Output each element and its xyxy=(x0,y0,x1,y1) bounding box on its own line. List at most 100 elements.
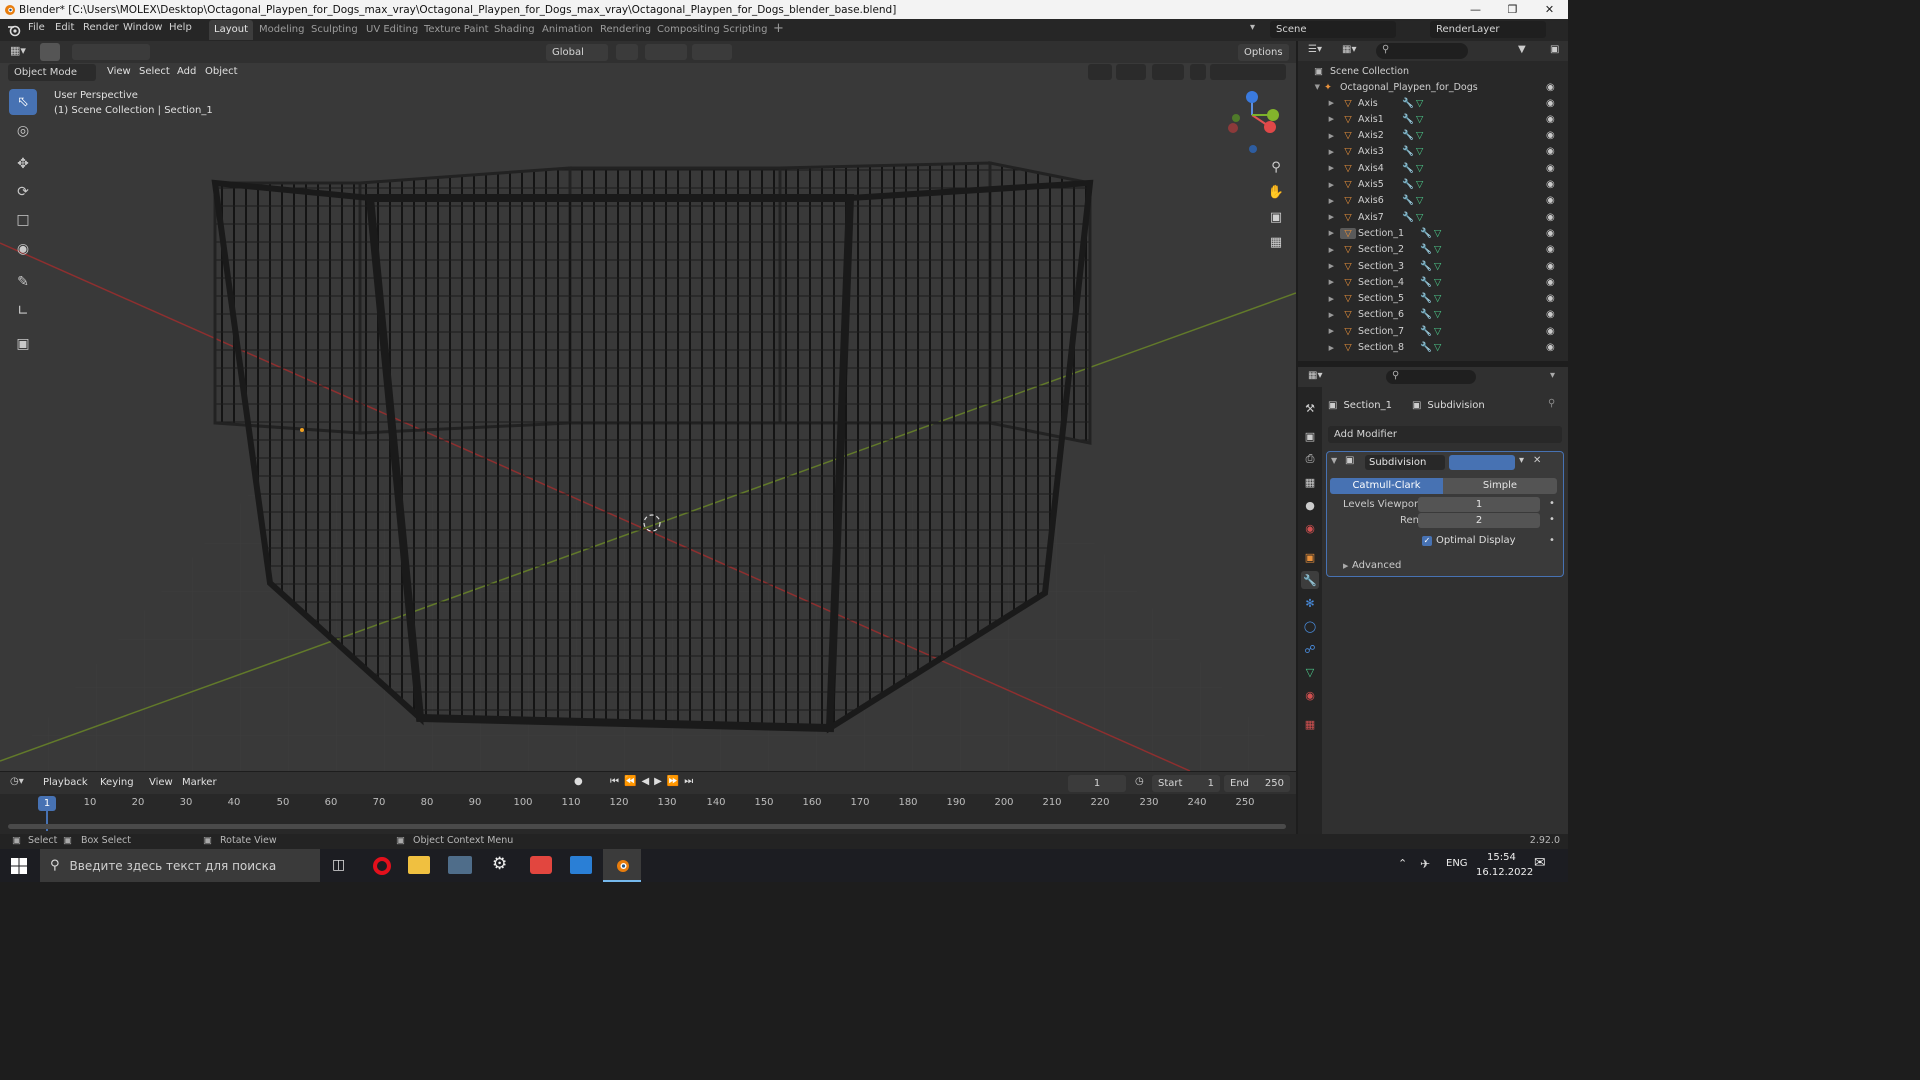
scale-tool-icon[interactable]: □ xyxy=(9,207,37,233)
display-mode-icon[interactable]: ▦▾ xyxy=(1342,44,1356,55)
pin-icon[interactable]: ⚲ xyxy=(1548,398,1555,409)
eye-icon[interactable]: ◉ xyxy=(1546,228,1555,239)
transform-tool-icon[interactable]: ◉ xyxy=(9,236,37,262)
eye-icon[interactable]: ◉ xyxy=(1546,163,1555,174)
simple-toggle[interactable]: Simple xyxy=(1443,478,1557,494)
close-window-button[interactable]: ✕ xyxy=(1531,0,1568,19)
render-levels-field[interactable]: 2 xyxy=(1418,513,1540,528)
menu-view[interactable]: View xyxy=(107,66,131,77)
tab-compositing[interactable]: Compositing xyxy=(652,20,725,40)
current-frame-field[interactable]: 1 xyxy=(1068,775,1126,792)
select-mode-cursor-icon[interactable] xyxy=(40,43,60,61)
add-cube-tool-icon[interactable]: ▣ xyxy=(9,331,37,357)
expand-icon[interactable]: ▶ xyxy=(1298,164,1334,172)
timeline-scrollbar[interactable] xyxy=(8,824,1286,829)
add-workspace-button[interactable]: + xyxy=(773,21,784,36)
options-dropdown[interactable]: Options xyxy=(1238,44,1289,61)
eye-icon[interactable]: ◉ xyxy=(1546,293,1555,304)
close-icon[interactable]: ✕ xyxy=(1533,455,1541,466)
gizmo-toggle-icon[interactable] xyxy=(1116,64,1146,80)
modifier-wrench-icon[interactable]: 🔧 xyxy=(1402,114,1416,125)
taskbar-search-box[interactable]: ⚲ Введите здесь текст для поиска xyxy=(40,849,320,882)
outliner-item[interactable]: ▶ ▽ Axis7 🔧 ▽ ◉ xyxy=(1298,209,1568,225)
menu-keying[interactable]: Keying xyxy=(100,777,134,788)
move-tool-icon[interactable]: ✥ xyxy=(9,151,37,177)
minimize-button[interactable]: — xyxy=(1457,0,1494,19)
mesh-data-icon[interactable]: ▽ xyxy=(1434,244,1448,255)
task-view-icon[interactable]: ◫ xyxy=(332,857,345,873)
viewport-scene[interactable] xyxy=(0,63,1296,771)
material-tab-icon[interactable]: ◉ xyxy=(1301,686,1319,704)
annotate-tool-icon[interactable]: ✎ xyxy=(9,269,37,295)
eye-icon[interactable]: ◉ xyxy=(1546,130,1555,141)
editor-type-icon[interactable]: ▦▾ xyxy=(10,44,26,57)
proportional-edit-icon[interactable] xyxy=(692,44,732,60)
outliner-item[interactable]: ▶ ▽ Axis3 🔧 ▽ ◉ xyxy=(1298,144,1568,160)
menu-playback[interactable]: Playback xyxy=(43,777,88,788)
expand-icon[interactable]: ▶ xyxy=(1298,197,1334,205)
tab-uv-editing[interactable]: UV Editing xyxy=(361,20,423,40)
mesh-data-icon[interactable]: ▽ xyxy=(1416,130,1430,141)
restore-button[interactable]: ❐ xyxy=(1494,0,1531,19)
expand-icon[interactable]: ▶ xyxy=(1298,229,1334,237)
selection-modes[interactable] xyxy=(72,44,150,60)
mesh-data-icon[interactable]: ▽ xyxy=(1416,212,1430,223)
select-box-tool-icon[interactable]: ⬁ xyxy=(9,89,37,115)
eye-icon[interactable]: ◉ xyxy=(1546,179,1555,190)
keyframe-dot-icon[interactable]: • xyxy=(1549,514,1555,525)
eye-icon[interactable]: ◉ xyxy=(1546,342,1555,353)
outliner-collection-row[interactable]: ▼ ✦ Octagonal_Playpen_for_Dogs ◉ xyxy=(1298,79,1568,95)
new-collection-icon[interactable]: ▣ xyxy=(1550,44,1559,55)
outliner-scene-collection[interactable]: ▣ Scene Collection xyxy=(1298,63,1568,79)
menu-marker[interactable]: Marker xyxy=(182,777,217,788)
opera-icon[interactable] xyxy=(366,851,398,880)
expand-icon[interactable]: ▶ xyxy=(1298,115,1334,123)
scene-selector[interactable]: Scene xyxy=(1270,21,1396,38)
view-layer-tab-icon[interactable]: ▦ xyxy=(1301,473,1319,491)
render-tab-icon[interactable]: ▣ xyxy=(1301,427,1319,445)
eye-icon[interactable]: ◉ xyxy=(1546,212,1555,223)
clock-date[interactable]: 16.12.2022 xyxy=(1476,867,1533,878)
menu-window[interactable]: Window xyxy=(123,22,162,33)
eye-icon[interactable]: ◉ xyxy=(1546,244,1555,255)
expand-icon[interactable]: ▶ xyxy=(1298,327,1334,335)
properties-search-input[interactable]: ⚲ xyxy=(1386,370,1476,384)
expand-icon[interactable]: ▼ xyxy=(1298,83,1320,91)
expand-icon[interactable]: ▶ xyxy=(1298,148,1334,156)
modifier-visibility-toggles[interactable] xyxy=(1449,455,1515,470)
anydesk-icon[interactable] xyxy=(530,856,552,874)
mesh-data-icon[interactable]: ▽ xyxy=(1434,261,1448,272)
advanced-expand-icon[interactable]: ▶ xyxy=(1343,562,1348,570)
timeline-editor-type-icon[interactable]: ◷▾ xyxy=(10,776,24,787)
keyframe-dot-icon[interactable]: • xyxy=(1549,498,1555,509)
modifier-wrench-icon[interactable]: 🔧 xyxy=(1402,179,1416,190)
outliner-item[interactable]: ▶ ▽ Section_4 🔧 ▽ ◉ xyxy=(1298,274,1568,290)
modifier-wrench-icon[interactable]: 🔧 xyxy=(1420,277,1434,288)
tab-modeling[interactable]: Modeling xyxy=(254,20,310,40)
mesh-data-icon[interactable]: ▽ xyxy=(1434,228,1448,239)
eye-icon[interactable]: ◉ xyxy=(1546,309,1555,320)
outliner-item[interactable]: ▶ ▽ Section_5 🔧 ▽ ◉ xyxy=(1298,291,1568,307)
pivot-point-icon[interactable] xyxy=(616,44,638,60)
notifications-icon[interactable]: ✉ xyxy=(1534,855,1546,871)
snap-icon[interactable] xyxy=(645,44,687,60)
mesh-data-tab-icon[interactable]: ▽ xyxy=(1301,663,1319,681)
expand-icon[interactable]: ▶ xyxy=(1298,344,1334,352)
modifier-wrench-icon[interactable]: 🔧 xyxy=(1402,98,1416,109)
object-tab-icon[interactable]: ▣ xyxy=(1301,548,1319,566)
3d-viewport[interactable]: User Perspective (1) Scene Collection | … xyxy=(0,63,1296,771)
outliner-item[interactable]: ▶ ▽ Axis6 🔧 ▽ ◉ xyxy=(1298,193,1568,209)
world-tab-icon[interactable]: ◉ xyxy=(1301,519,1319,537)
add-modifier-dropdown[interactable]: Add Modifier xyxy=(1328,426,1562,443)
eye-icon[interactable]: ◉ xyxy=(1546,98,1555,109)
filter-icon[interactable]: ▼ xyxy=(1518,44,1526,55)
playback-controls[interactable]: ⏮⏪◀▶⏩⏭ xyxy=(610,776,698,787)
expand-icon[interactable]: ▶ xyxy=(1298,246,1334,254)
menu-timeline-view[interactable]: View xyxy=(149,777,173,788)
outliner-item[interactable]: ▶ ▽ Section_2 🔧 ▽ ◉ xyxy=(1298,242,1568,258)
catmull-clark-toggle[interactable]: Catmull-Clark xyxy=(1330,478,1443,494)
expand-icon[interactable]: ▶ xyxy=(1298,278,1334,286)
menu-object[interactable]: Object xyxy=(205,66,238,77)
mesh-data-icon[interactable]: ▽ xyxy=(1416,98,1430,109)
outliner-item[interactable]: ▶ ▽ Axis4 🔧 ▽ ◉ xyxy=(1298,160,1568,176)
